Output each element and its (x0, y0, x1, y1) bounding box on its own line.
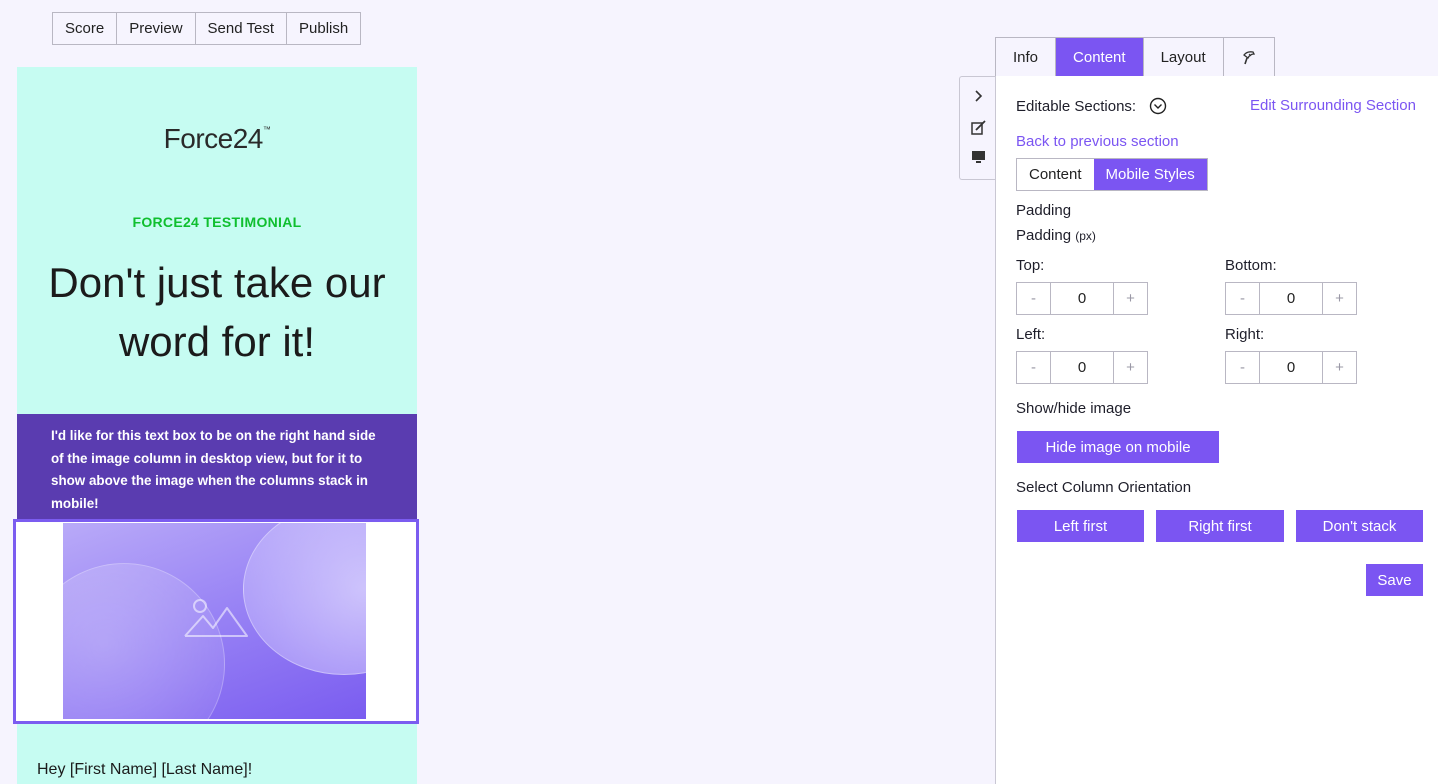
padding-bottom-decrement[interactable]: - (1226, 283, 1259, 314)
content-subtabs: Content Mobile Styles (1016, 158, 1208, 191)
left-label: Left: (1016, 326, 1046, 343)
show-hide-image-heading: Show/hide image (1016, 400, 1132, 417)
edit-surrounding-section-link[interactable]: Edit Surrounding Section (1250, 97, 1416, 114)
padding-top-increment[interactable]: + (1114, 283, 1147, 314)
chevron-right-icon[interactable] (970, 88, 986, 104)
paint-brush-icon (1242, 50, 1255, 64)
publish-button[interactable]: Publish (287, 13, 360, 44)
purple-text-section[interactable]: I'd like for this text box to be on the … (17, 414, 417, 519)
editor-tabs: Info Content Layout (995, 37, 1275, 77)
email-headline[interactable]: Don't just take our word for it! (17, 253, 417, 371)
preview-button[interactable]: Preview (117, 13, 196, 44)
top-label: Top: (1016, 257, 1045, 274)
testimonial-label: FORCE24 TESTIMONIAL (132, 214, 302, 230)
email-greeting[interactable]: Hey [First Name] [Last Name]! (37, 761, 252, 779)
padding-bottom-input[interactable]: 0 (1259, 283, 1323, 314)
hide-image-on-mobile-button[interactable]: Hide image on mobile (1017, 431, 1219, 463)
right-first-button[interactable]: Right first (1156, 510, 1284, 542)
editable-sections-label: Editable Sections: (1016, 98, 1136, 115)
purple-text-content[interactable]: I'd like for this text box to be on the … (51, 425, 391, 515)
top-toolbar: Score Preview Send Test Publish (52, 12, 362, 45)
padding-left-input[interactable]: 0 (1050, 352, 1114, 383)
editable-sections-text: Editable Sections: (1016, 98, 1137, 115)
email-preview: Force24™ FORCE24 TESTIMONIAL Don't just … (13, 67, 419, 784)
image-placeholder-icon (184, 599, 248, 637)
padding-right-input[interactable]: 0 (1259, 352, 1323, 383)
tab-layout[interactable]: Layout (1144, 38, 1224, 77)
chevron-down-circle-icon[interactable] (1149, 97, 1167, 115)
desktop-icon[interactable] (970, 149, 986, 165)
force24-logo: Force24™ (17, 123, 417, 155)
selected-image-section[interactable] (13, 519, 419, 724)
padding-top-decrement[interactable]: - (1017, 283, 1050, 314)
back-to-previous-section-link[interactable]: Back to previous section (1016, 133, 1179, 150)
edit-icon[interactable] (970, 119, 986, 135)
tab-styles[interactable] (1224, 38, 1274, 77)
image-blob-left (63, 563, 225, 719)
tab-info[interactable]: Info (996, 38, 1057, 77)
image-blob-right (243, 523, 366, 675)
score-button[interactable]: Score (53, 13, 118, 44)
save-button[interactable]: Save (1366, 564, 1423, 596)
padding-top-input[interactable]: 0 (1050, 283, 1114, 314)
padding-label-text: Padding (1016, 227, 1072, 244)
padding-right-increment[interactable]: + (1323, 352, 1356, 383)
subtab-mobile-styles[interactable]: Mobile Styles (1093, 159, 1207, 190)
padding-right-decrement[interactable]: - (1226, 352, 1259, 383)
padding-left-increment[interactable]: + (1114, 352, 1147, 383)
padding-unit: (px) (1075, 229, 1096, 243)
subtab-content[interactable]: Content (1017, 159, 1094, 190)
editor-panel: Editable Sections: Edit Surrounding Sect… (995, 76, 1438, 784)
editor-side-strip (959, 76, 997, 180)
padding-left-stepper: - 0 + (1016, 351, 1148, 384)
tab-content[interactable]: Content (1056, 38, 1144, 77)
padding-bottom-increment[interactable]: + (1323, 283, 1356, 314)
padding-top-stepper: - 0 + (1016, 282, 1148, 315)
bottom-label: Bottom: (1225, 257, 1277, 274)
placeholder-image[interactable] (63, 523, 366, 719)
logo-text: Force24 (163, 123, 264, 154)
padding-bottom-stepper: - 0 + (1225, 282, 1357, 315)
padding-heading: Padding (1016, 202, 1072, 219)
right-label: Right: (1225, 326, 1265, 343)
left-first-button[interactable]: Left first (1017, 510, 1144, 542)
padding-right-stepper: - 0 + (1225, 351, 1357, 384)
dont-stack-button[interactable]: Don't stack (1296, 510, 1423, 542)
logo-trademark: ™ (262, 125, 271, 134)
column-orientation-heading: Select Column Orientation (1016, 479, 1192, 496)
padding-left-decrement[interactable]: - (1017, 352, 1050, 383)
send-test-button[interactable]: Send Test (196, 13, 287, 44)
padding-label: Padding (px) (1016, 227, 1096, 244)
